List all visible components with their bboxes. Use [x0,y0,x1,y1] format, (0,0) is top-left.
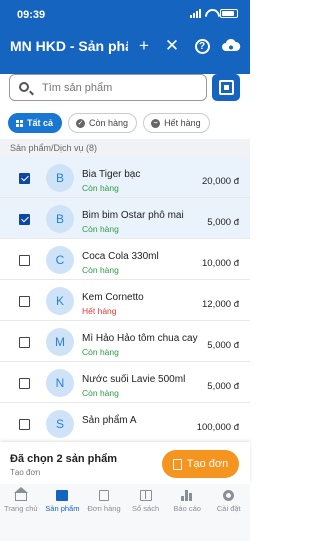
section-header: Sản phẩm/Dịch vụ (8) [0,139,250,157]
check-circle-icon: ✓ [76,118,86,128]
signal-icon [190,9,201,18]
filter-chips: Tất cả ✓ Còn hàng − Hết hàng [8,113,210,133]
list-item[interactable]: N Nước suối Lavie 500ml Còn hàng 5,000 đ [0,362,250,403]
help-icon[interactable]: ? [192,36,212,56]
checkbox[interactable] [19,214,30,225]
page-title: MN HKD - Sản phẩm [10,38,128,54]
checkbox[interactable] [19,378,30,389]
status-bar: 09:39 [0,0,250,30]
avatar: M [46,328,74,356]
nav-item-reports[interactable]: Báo cáo [166,484,208,541]
status-time: 09:39 [17,9,46,21]
qr-scan-button[interactable] [212,74,240,101]
selection-subtext: Tạo đơn [10,468,41,477]
product-name: Coca Cola 330ml [82,251,159,262]
gear-icon [223,490,235,501]
close-icon[interactable]: ✕ [162,36,182,56]
checkbox[interactable] [19,296,30,307]
nav-item-settings[interactable]: Cài đặt [208,484,250,541]
filter-all[interactable]: Tất cả [8,113,63,133]
nav-item-products[interactable]: Sản phẩm [42,484,84,541]
checkbox[interactable] [19,255,30,266]
chart-icon [181,490,193,501]
minus-circle-icon: − [151,118,161,128]
product-name: Mì Hảo Hảo tôm chua cay [82,333,198,344]
list-item[interactable]: B Bim bim Ostar phô mai Còn hàng 5,000 đ [0,198,250,239]
product-list: B Bia Tiger bạc Còn hàng 20,000 đ B Bim … [0,157,250,440]
checkbox[interactable] [19,173,30,184]
selection-count: Đã chọn 2 sản phẩm [10,453,117,465]
selection-bar: Đã chọn 2 sản phẩm Tạo đơn Tạo đơn [0,442,250,484]
avatar: C [46,246,74,274]
nav-item-orders[interactable]: Đơn hàng [83,484,125,541]
wifi-icon [205,9,216,18]
list-item[interactable]: S Sản phẩm A 100,000 đ [0,403,250,440]
app-header: 09:39 MN HKD - Sản phẩm + ✕ ? [0,0,250,74]
nav-item-home[interactable]: Trang chủ [0,484,42,541]
grid-icon [16,119,23,127]
stock-status: Còn hàng [82,265,119,275]
cloud-settings-icon[interactable] [221,36,241,56]
filter-out-of-stock[interactable]: − Hết hàng [143,113,210,133]
book-icon [139,490,152,501]
product-price: 12,000 đ [202,299,239,310]
qr-code-icon [218,80,234,95]
product-price: 5,000 đ [207,381,239,392]
avatar: S [46,410,74,438]
product-price: 100,000 đ [196,422,239,433]
list-item[interactable]: M Mì Hảo Hảo tôm chua cay Còn hàng 5,000… [0,321,250,362]
box-icon [56,490,69,501]
list-item[interactable]: C Coca Cola 330ml Còn hàng 10,000 đ [0,239,250,280]
stock-status: Còn hàng [82,388,119,398]
stock-status: Hết hàng [82,306,117,316]
home-icon [13,487,28,501]
list-item[interactable]: B Bia Tiger bạc Còn hàng 20,000 đ [0,157,250,198]
product-name: Kem Cornetto [82,292,144,303]
battery-icon [220,9,238,18]
product-name: Bim bim Ostar phô mai [82,210,184,221]
stock-status: Còn hàng [82,224,119,234]
create-order-button[interactable]: Tạo đơn [162,450,239,478]
product-price: 20,000 đ [202,176,239,187]
avatar: B [46,205,74,233]
list-item[interactable]: K Kem Cornetto Hết hàng 12,000 đ [0,280,250,321]
search-placeholder: Tìm sản phẩm [42,82,113,94]
search-icon [19,82,29,92]
product-name: Nước suối Lavie 500ml [82,374,186,385]
product-name: Sản phẩm A [82,415,137,426]
stock-status: Còn hàng [82,183,119,193]
bottom-navigation: Trang chủ Sản phẩm Đơn hàng Sổ sách Báo … [0,484,250,541]
avatar: K [46,287,74,315]
avatar: N [46,369,74,397]
search-input[interactable]: Tìm sản phẩm [9,74,207,101]
filter-in-stock[interactable]: ✓ Còn hàng [68,113,138,133]
product-price: 5,000 đ [207,217,239,228]
checkbox[interactable] [19,337,30,348]
document-icon [98,490,109,501]
stock-status: Còn hàng [82,347,119,357]
nav-item-books[interactable]: Sổ sách [125,484,167,541]
product-name: Bia Tiger bạc [82,169,141,180]
checkbox[interactable] [19,419,30,430]
product-price: 5,000 đ [207,340,239,351]
add-icon[interactable]: + [134,36,154,56]
avatar: B [46,164,74,192]
product-price: 10,000 đ [202,258,239,269]
document-icon [172,458,182,470]
